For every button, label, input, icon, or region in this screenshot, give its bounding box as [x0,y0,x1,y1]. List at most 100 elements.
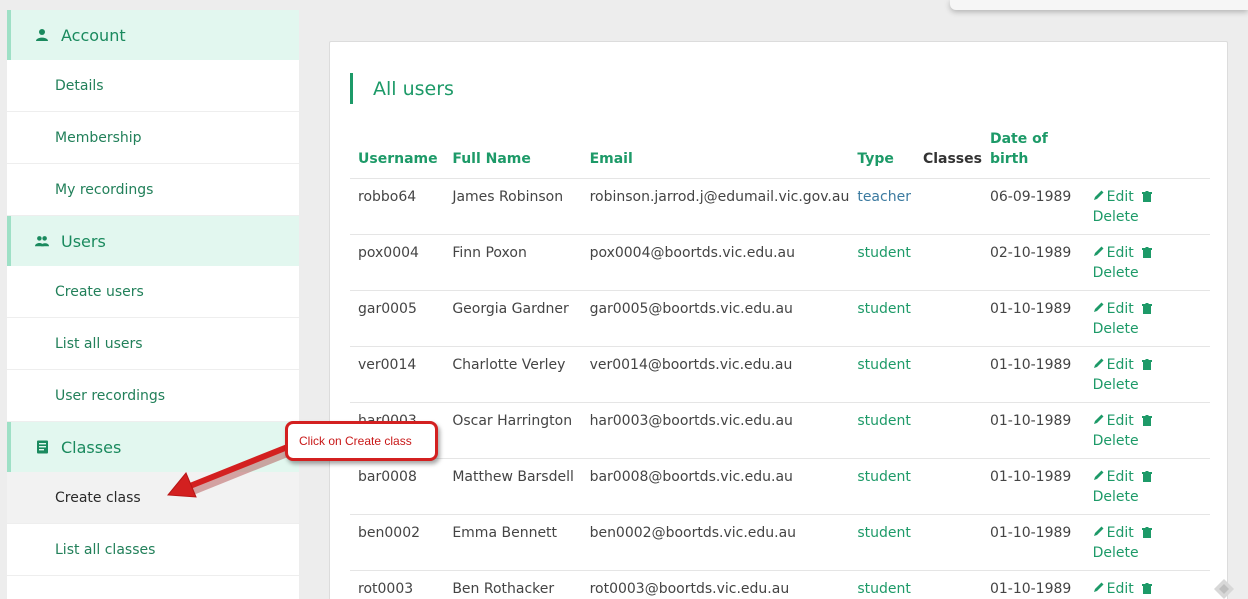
delete-link[interactable]: Delete [1093,265,1139,281]
user-icon [35,28,49,42]
table-row: gar0005 Georgia Gardner gar0005@boortds.vi… [350,290,1210,347]
users-card: All users Username Full Name Email Type … [329,41,1228,599]
table-row: ben0002 Emma Bennett ben0002@boortds.vic.e… [350,514,1210,571]
users-icon [35,234,49,248]
table-row: robbo64 James Robinson robinson.jarrod.j@e… [350,178,1210,235]
pencil-icon [1093,299,1105,319]
edit-label: Edit [1106,580,1134,597]
cell-classes [914,514,982,571]
edit-link[interactable]: Edit [1093,357,1134,373]
cell-email: pox0004@boortds.vic.edu.au [581,234,850,291]
delete-link[interactable]: Delete [1093,545,1139,561]
cell-type: student [849,570,915,599]
cell-actions: Edit Delete [1084,178,1210,235]
cell-actions: Edit Delete [1084,514,1210,571]
pencil-icon [1093,243,1105,263]
column-header-date-of-birth[interactable]: Date of birth [981,128,1085,179]
trash-icon[interactable] [1141,188,1152,202]
delete-link[interactable]: Delete [1093,377,1139,393]
cell-actions: Edit Delete [1084,290,1210,347]
edit-label: Edit [1106,524,1134,541]
delete-link[interactable]: Delete [1093,433,1139,449]
cell-type: student [849,290,915,347]
cell-date-of-birth: 01-10-1989 [981,570,1085,599]
pencil-icon [1093,411,1105,431]
cell-email: ver0014@boortds.vic.edu.au [581,346,850,403]
table-row: bar0008 Matthew Barsdell bar0008@boortds.v… [350,458,1210,515]
table-row: ver0014 Charlotte Verley ver0014@boortds.v… [350,346,1210,403]
edit-link[interactable]: Edit [1093,469,1134,485]
delete-link[interactable]: Delete [1093,209,1139,225]
sidebar-item-details[interactable]: Details [7,60,299,112]
delete-link[interactable]: Delete [1093,321,1139,337]
cell-actions: Edit Delete [1084,234,1210,291]
sidebar-section-classes[interactable]: Classes [7,422,299,472]
column-header-type[interactable]: Type [849,128,915,179]
cell-type: student [849,346,915,403]
sidebar-section-label: Users [61,231,106,251]
pencil-icon [1093,187,1105,207]
cell-username: ben0002 [350,514,445,571]
users-table-body: robbo64 James Robinson robinson.jarrod.j@e… [350,178,1210,599]
delete-link[interactable]: Delete [1093,489,1139,505]
trash-icon[interactable] [1141,356,1152,370]
cell-full-name: Oscar Harrington [444,402,582,459]
cell-classes [914,234,982,291]
cell-type: teacher [849,178,915,235]
cell-actions: Edit Delete [1084,402,1210,459]
cell-username: bar0008 [350,458,445,515]
sidebar-item-list-all-users[interactable]: List all users [7,318,299,370]
cell-actions: EditDelete [1084,570,1210,599]
sidebar-item-create-class[interactable]: Create class [7,472,299,524]
sidebar-section-account[interactable]: Account [7,10,299,60]
sidebar-item-membership[interactable]: Membership [7,112,299,164]
cell-full-name: Finn Poxon [444,234,582,291]
edit-link[interactable]: Edit [1093,301,1134,317]
cell-classes [914,346,982,403]
column-header-full-name[interactable]: Full Name [444,128,582,179]
callout-tooltip: Click on Create class [285,421,438,461]
sidebar-item-my-recordings[interactable]: My recordings [7,164,299,216]
trash-icon[interactable] [1141,524,1152,538]
sidebar-item-user-recordings[interactable]: User recordings [7,370,299,422]
cell-date-of-birth: 02-10-1989 [981,234,1085,291]
cell-username: pox0004 [350,234,445,291]
pencil-icon [1093,467,1105,487]
cell-date-of-birth: 01-10-1989 [981,402,1085,459]
pencil-icon [1093,523,1105,543]
cell-date-of-birth: 01-10-1989 [981,346,1085,403]
cell-classes [914,570,982,599]
dropdown-shadow [950,0,1248,10]
trash-icon[interactable] [1141,244,1152,258]
trash-icon[interactable] [1141,580,1152,594]
edit-label: Edit [1106,244,1134,261]
cell-classes [914,458,982,515]
sidebar-section-users[interactable]: Users [7,216,299,266]
edit-link[interactable]: Edit [1093,413,1134,429]
edit-link[interactable]: Edit [1093,245,1134,261]
table-header-row: Username Full Name Email Type Classes Da… [350,128,1210,179]
sidebar-item-list-all-classes[interactable]: List all classes [7,524,299,576]
edit-link[interactable]: Edit [1093,581,1134,597]
edit-link[interactable]: Edit [1093,189,1134,205]
cell-date-of-birth: 06-09-1989 [981,178,1085,235]
cell-email: ben0002@boortds.vic.edu.au [581,514,850,571]
cell-classes [914,290,982,347]
sidebar: Account Details Membership My recordings… [7,10,299,599]
cell-email: gar0005@boortds.vic.edu.au [581,290,850,347]
trash-icon[interactable] [1141,412,1152,426]
cell-full-name: Georgia Gardner [444,290,582,347]
column-header-email[interactable]: Email [581,128,850,179]
cell-username: gar0005 [350,290,445,347]
column-header-username[interactable]: Username [350,128,445,179]
sidebar-item-create-users[interactable]: Create users [7,266,299,318]
table-row: pox0004 Finn Poxon pox0004@boortds.vic.edu… [350,234,1210,291]
trash-icon[interactable] [1141,468,1152,482]
edit-link[interactable]: Edit [1093,525,1134,541]
edit-label: Edit [1106,188,1134,205]
table-row: rot0003 Ben Rothacker rot0003@boortds.vic.… [350,570,1210,599]
table-row: har0003Oscar Harringtonhar0003@boortds.v… [350,402,1210,459]
cell-username: robbo64 [350,178,445,235]
sidebar-section-label: Account [61,25,126,45]
trash-icon[interactable] [1141,300,1152,314]
